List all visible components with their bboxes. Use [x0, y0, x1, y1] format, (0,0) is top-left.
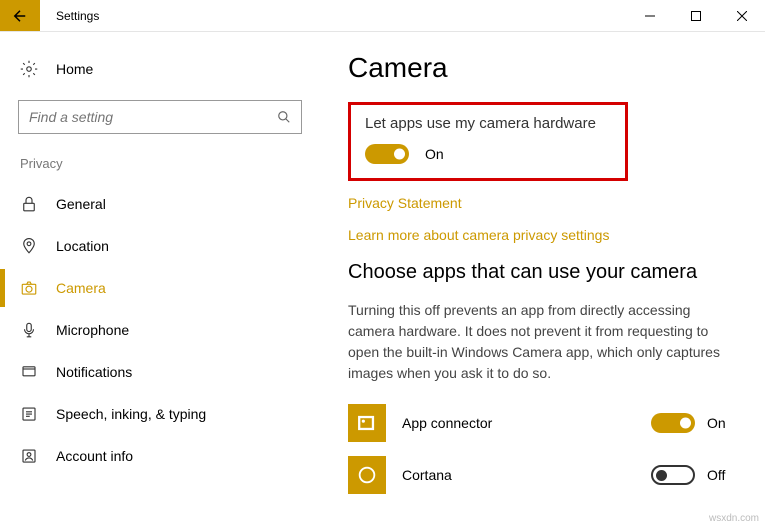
location-icon	[20, 237, 38, 255]
section-label: Privacy	[0, 156, 320, 183]
let-apps-label: Let apps use my camera hardware	[365, 115, 611, 132]
app-name: App connector	[402, 415, 651, 431]
nav-label: Speech, inking, & typing	[56, 406, 206, 422]
app-toggle-state: On	[707, 415, 737, 431]
search-box[interactable]	[18, 100, 302, 134]
let-apps-state: On	[425, 146, 444, 162]
nav-label: Location	[56, 238, 109, 254]
microphone-icon	[20, 321, 38, 339]
nav-label: Notifications	[56, 364, 132, 380]
home-nav-item[interactable]: Home	[0, 52, 320, 86]
close-button[interactable]	[719, 0, 765, 31]
lock-icon	[20, 195, 38, 213]
sidebar-item-general[interactable]: General	[0, 183, 320, 225]
choose-apps-body: Turning this off prevents an app from di…	[348, 300, 737, 384]
nav-label: Account info	[56, 448, 133, 464]
sidebar-item-speech[interactable]: Speech, inking, & typing	[0, 393, 320, 435]
app-connector-icon	[348, 404, 386, 442]
privacy-statement-link[interactable]: Privacy Statement	[348, 195, 737, 211]
sidebar-item-notifications[interactable]: Notifications	[0, 351, 320, 393]
nav-label: Camera	[56, 280, 106, 296]
sidebar-item-account[interactable]: Account info	[0, 435, 320, 477]
highlight-box: Let apps use my camera hardware On	[348, 102, 628, 181]
home-label: Home	[56, 61, 93, 77]
notifications-icon	[20, 363, 38, 381]
nav-label: Microphone	[56, 322, 129, 338]
sidebar-item-camera[interactable]: Camera	[0, 267, 320, 309]
maximize-button[interactable]	[673, 0, 719, 31]
app-row-cortana: Cortana Off	[348, 456, 737, 494]
app-row-connector: App connector On	[348, 404, 737, 442]
search-input[interactable]	[29, 109, 277, 125]
page-title: Camera	[348, 52, 737, 84]
nav-label: General	[56, 196, 106, 212]
speech-icon	[20, 405, 38, 423]
sidebar-item-microphone[interactable]: Microphone	[0, 309, 320, 351]
gear-icon	[20, 60, 38, 78]
window-title: Settings	[40, 0, 627, 31]
app-connector-toggle[interactable]	[651, 413, 695, 433]
app-toggle-state: Off	[707, 467, 737, 483]
search-icon	[277, 110, 291, 124]
account-icon	[20, 447, 38, 465]
let-apps-toggle[interactable]	[365, 144, 409, 164]
app-name: Cortana	[402, 467, 651, 483]
learn-more-link[interactable]: Learn more about camera privacy settings	[348, 227, 737, 243]
sidebar-item-location[interactable]: Location	[0, 225, 320, 267]
watermark: wsxdn.com	[709, 513, 759, 524]
cortana-icon	[348, 456, 386, 494]
camera-icon	[20, 279, 38, 297]
minimize-button[interactable]	[627, 0, 673, 31]
cortana-toggle[interactable]	[651, 465, 695, 485]
back-button[interactable]	[0, 0, 40, 31]
choose-apps-heading: Choose apps that can use your camera	[348, 261, 737, 284]
